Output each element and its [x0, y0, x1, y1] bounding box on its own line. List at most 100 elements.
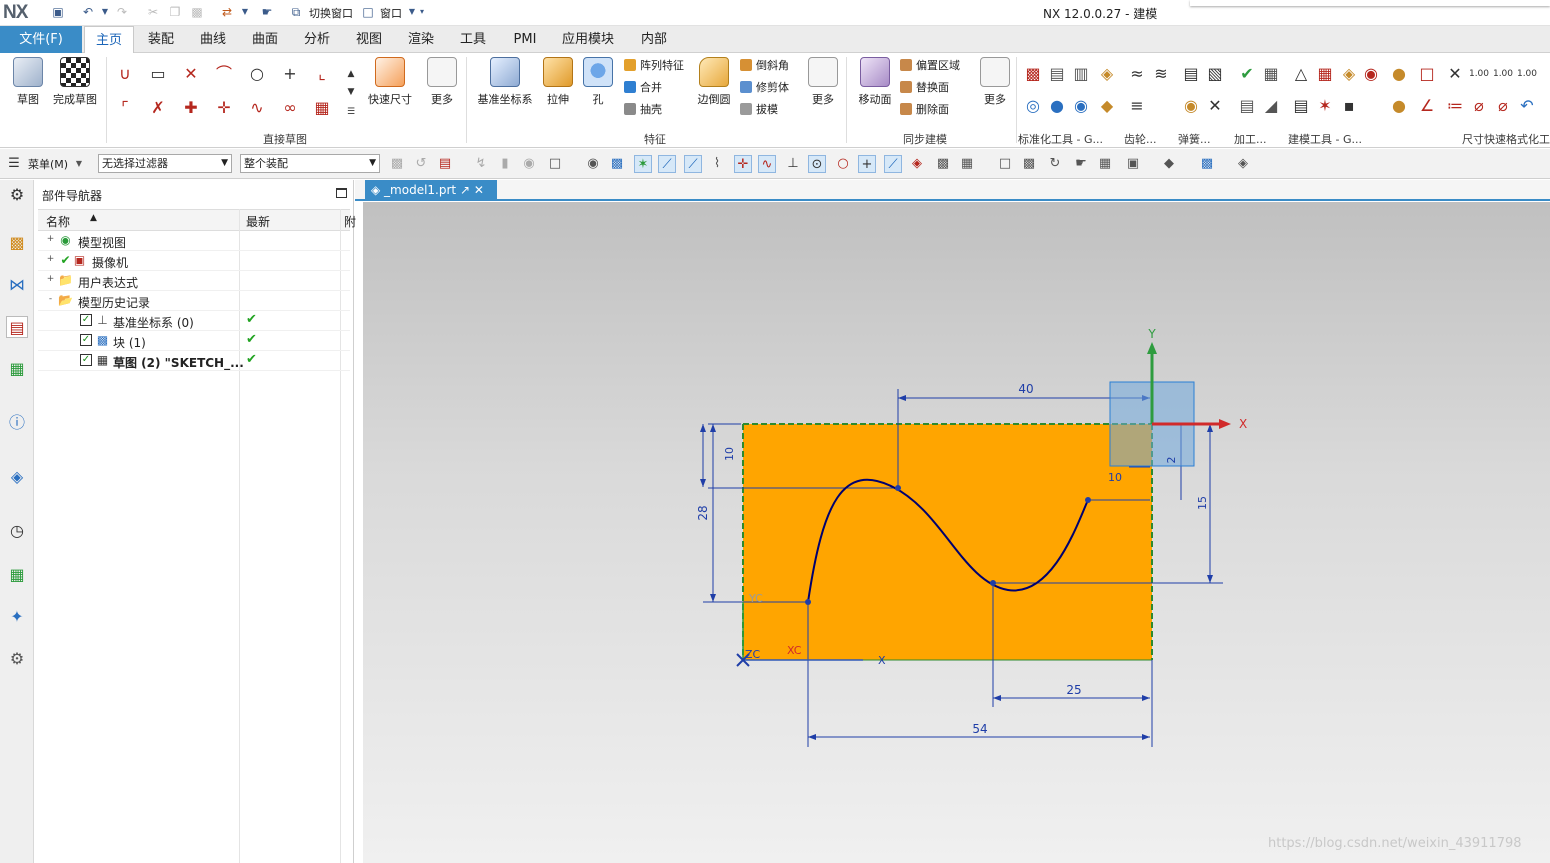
std-tool-icon[interactable]: ◈	[1096, 63, 1118, 85]
window-icon[interactable]: □	[360, 4, 376, 20]
offset-curve-icon[interactable]: ∿	[246, 97, 268, 119]
save-icon[interactable]: ▣	[50, 4, 66, 20]
snap-2-icon[interactable]: ↺	[412, 155, 430, 173]
snap-center-icon[interactable]: ⊙	[808, 155, 826, 173]
std-bolt-icon[interactable]: ◎	[1022, 95, 1044, 117]
history-icon[interactable]: ◷	[6, 520, 28, 542]
build-group-icon[interactable]: ◉	[1360, 63, 1382, 85]
render-style-icon[interactable]: ◆	[1160, 155, 1178, 173]
dim-angle-icon[interactable]: ∠	[1416, 95, 1438, 117]
tab-view[interactable]: 视图	[348, 26, 390, 53]
tab-pmi[interactable]: PMI	[504, 26, 546, 53]
tree-item-sketch[interactable]: ✓ ▦ 草图 (2) "SKETCH_... ✔	[38, 351, 350, 371]
machining-area-icon[interactable]: ▦	[1260, 63, 1282, 85]
snap-midpoint-icon[interactable]: ⟋	[684, 155, 702, 173]
point-icon[interactable]: +	[279, 63, 301, 85]
rotate-icon[interactable]: ↻	[1046, 155, 1064, 173]
select-face-icon[interactable]: ▩	[608, 155, 626, 173]
snap-bounded-icon[interactable]: ▩	[934, 155, 952, 173]
offset-region-button[interactable]: 偏置区域	[900, 59, 960, 73]
dimension-2[interactable]: 2	[1165, 457, 1178, 464]
tree-item-user-expressions[interactable]: + 📁 用户表达式	[38, 271, 350, 291]
switch-window-icon[interactable]: ⧉	[288, 4, 304, 20]
redo-icon[interactable]: ↷	[114, 4, 130, 20]
trim-body-button[interactable]: 修剪体	[740, 81, 789, 95]
sync-more-button[interactable]: 更多	[978, 57, 1012, 107]
visibility-checkbox[interactable]: ✓	[80, 314, 92, 326]
snap-point-icon[interactable]: ✶	[634, 155, 652, 173]
line-icon[interactable]: ✕	[180, 63, 202, 85]
dim-diameter-icon[interactable]: ⌀	[1468, 95, 1490, 117]
close-icon[interactable]: ✕	[474, 183, 484, 197]
assembly-navigator-icon[interactable]: ▩	[6, 232, 28, 254]
sketch-gallery-expand-icon[interactable]: ☰	[340, 101, 362, 123]
system-materials-icon[interactable]: ▦	[6, 564, 28, 586]
collapse-icon[interactable]: -	[46, 295, 55, 304]
tree-item-datum-csys[interactable]: ✓ ⊥ 基准坐标系 (0) ✔	[38, 311, 350, 331]
touch-mode-icon[interactable]: ☛	[259, 4, 275, 20]
rapid-dimension-button[interactable]: 快速尺寸	[364, 57, 416, 107]
snap-on-curve-icon[interactable]: ⟋	[884, 155, 902, 173]
std-nut-icon[interactable]: ●	[1046, 95, 1068, 117]
std-washer-icon[interactable]: ◉	[1070, 95, 1092, 117]
solid-block-face[interactable]	[743, 424, 1152, 660]
dimension-10-vertical[interactable]: 10	[723, 447, 736, 461]
machining-tool-icon[interactable]: ◢	[1260, 95, 1282, 117]
visibility-checkbox[interactable]: ✓	[80, 334, 92, 346]
std-library-icon[interactable]: ▤	[1046, 63, 1068, 85]
snap-pole-icon[interactable]: ▦	[958, 155, 976, 173]
shell-button[interactable]: 抽壳	[624, 103, 662, 117]
arc-icon[interactable]: ⌒	[213, 63, 235, 85]
build-doc-icon[interactable]: ▤	[1290, 95, 1312, 117]
filter-3-icon[interactable]: ◉	[520, 155, 538, 173]
maximize-icon[interactable]	[336, 188, 347, 198]
settings-gear-icon[interactable]: ⚙	[6, 184, 28, 206]
column-name[interactable]: 名称	[46, 213, 70, 230]
tab-surface[interactable]: 曲面	[244, 26, 286, 53]
filter-icon[interactable]: ↯	[472, 155, 490, 173]
file-menu-button[interactable]: 文件(F)	[0, 26, 82, 53]
pattern-curve-icon[interactable]: ▦	[311, 97, 333, 119]
machining-op-icon[interactable]: ▤	[1236, 95, 1258, 117]
switch-window-button[interactable]: 切换窗口	[309, 5, 353, 21]
process-studio-icon[interactable]: ✦	[6, 606, 28, 628]
tab-tools[interactable]: 工具	[452, 26, 494, 53]
undock-icon[interactable]: ↗	[460, 183, 470, 197]
snap-on-face-icon[interactable]: ◈	[908, 155, 926, 173]
dim-undo-icon[interactable]: ↶	[1516, 95, 1538, 117]
sketch-gallery-down-icon[interactable]: ▼	[340, 81, 362, 103]
expand-icon[interactable]: +	[46, 255, 55, 264]
tab-render[interactable]: 渲染	[400, 26, 442, 53]
dim-precision-1-icon[interactable]: 1.00	[1468, 63, 1490, 85]
snap-intersection-icon[interactable]: ✛	[734, 155, 752, 173]
gear-mesh-icon[interactable]: ≡	[1126, 95, 1148, 117]
hole-button[interactable]: 孔	[580, 57, 616, 107]
dim-clear-icon[interactable]: ✕	[1444, 63, 1466, 85]
dimension-40[interactable]: 40	[1018, 382, 1033, 396]
build-link-icon[interactable]: ◈	[1338, 63, 1360, 85]
tree-item-cameras[interactable]: + ✔ ▣ 摄像机	[38, 251, 350, 271]
zoom-icon[interactable]: ▩	[1020, 155, 1038, 173]
window-menu-button[interactable]: 窗口	[380, 5, 402, 21]
snap-tangent-icon[interactable]: ⊥	[784, 155, 802, 173]
circle-icon[interactable]: ○	[246, 63, 268, 85]
tab-model1[interactable]: ◈ _model1.prt ↗ ✕	[365, 180, 497, 201]
graphics-window[interactable]: Y X YC XC ZC X 40 10 28 10 2 15 25 54	[363, 202, 1550, 863]
build-measure-icon[interactable]: ✶	[1314, 95, 1336, 117]
extra-tool-2-icon[interactable]: ●	[1388, 95, 1410, 117]
spring-remove-icon[interactable]: ✕	[1204, 95, 1226, 117]
gear-bevel-icon[interactable]: ≋	[1150, 63, 1172, 85]
tree-item-block[interactable]: ✓ ▩ 块 (1) ✔	[38, 331, 350, 351]
profile-icon[interactable]: ∪	[114, 63, 136, 85]
pattern-feature-button[interactable]: 阵列特征	[624, 59, 684, 73]
spring-extension-icon[interactable]: ▧	[1204, 63, 1226, 85]
std-fastener-icon[interactable]: ▥	[1070, 63, 1092, 85]
feature-more-button[interactable]: 更多	[806, 57, 840, 107]
build-tolerance-icon[interactable]: ▪	[1338, 95, 1360, 117]
undo-dropdown-icon[interactable]: ▼	[97, 4, 113, 20]
gear-spur-icon[interactable]: ≈	[1126, 63, 1148, 85]
column-extra[interactable]: 附	[344, 213, 356, 230]
expand-icon[interactable]: +	[46, 275, 55, 284]
fit-view-icon[interactable]: □	[996, 155, 1014, 173]
dim-precision-3-icon[interactable]: 1.00	[1516, 63, 1538, 85]
